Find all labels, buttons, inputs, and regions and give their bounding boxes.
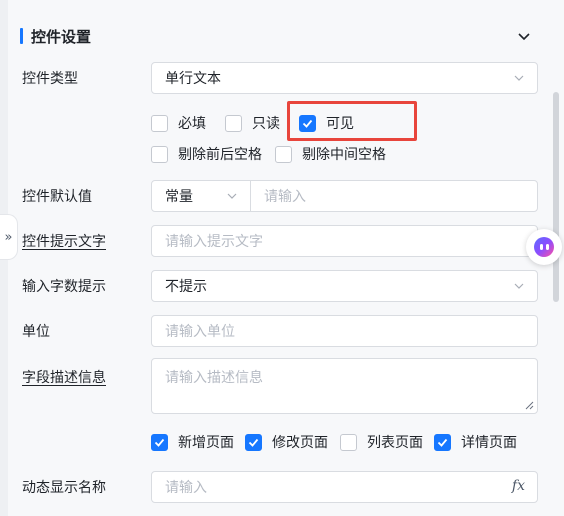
- section-header: 控件设置: [20, 22, 540, 50]
- page-detail-checkbox[interactable]: 详情页面: [434, 432, 517, 452]
- checkbox-box: [275, 145, 292, 163]
- checkbox-label: 修改页面: [272, 435, 328, 451]
- checkbox-box: [151, 114, 168, 132]
- checkbox-label: 只读: [252, 116, 280, 132]
- trim-edge-spaces-checkbox[interactable]: 剔除前后空格: [151, 144, 262, 164]
- page-list-checkbox[interactable]: 列表页面: [340, 432, 423, 452]
- trim-middle-spaces-checkbox[interactable]: 剔除中间空格: [275, 144, 386, 164]
- dynamic-name-label: 动态显示名称: [22, 480, 106, 496]
- control-type-value: 单行文本: [165, 71, 221, 87]
- checkbox-box-checked: [434, 433, 451, 451]
- chevron-down-icon[interactable]: [514, 26, 534, 46]
- char-count-hint-value: 不提示: [165, 279, 207, 295]
- check-icon: [437, 438, 448, 447]
- dynamic-name-placeholder: 请输入: [165, 480, 207, 496]
- chevron-down-icon: [227, 193, 237, 199]
- checkbox-label: 剔除中间空格: [302, 147, 386, 163]
- formula-icon[interactable]: fx: [512, 478, 525, 494]
- section-title: 控件设置: [31, 27, 92, 46]
- scrollbar-thumb[interactable]: [553, 92, 559, 302]
- section-accent-bar: [20, 28, 23, 44]
- expand-sidebar-button[interactable]: »: [0, 214, 18, 260]
- checkbox-box: [151, 145, 168, 163]
- char-count-hint-select[interactable]: 不提示: [151, 270, 538, 302]
- readonly-checkbox[interactable]: 只读: [225, 113, 280, 133]
- checkbox-label: 必填: [178, 116, 206, 132]
- required-checkbox[interactable]: 必填: [151, 113, 206, 133]
- checkbox-box: [225, 114, 242, 132]
- unit-input[interactable]: 请输入单位: [151, 315, 538, 347]
- default-value-input[interactable]: 请输入: [251, 186, 306, 206]
- settings-panel: 控件设置 控件类型 单行文本 必填 只读 可见 剔除前后空格 剔除中间空格 控件…: [0, 0, 564, 516]
- hint-text-label: 控件提示文字: [22, 234, 106, 250]
- unit-label: 单位: [22, 324, 50, 340]
- checkbox-label: 剔除前后空格: [178, 147, 262, 163]
- chevron-down-icon: [514, 75, 524, 81]
- unit-placeholder: 请输入单位: [165, 324, 235, 340]
- hint-text-placeholder: 请输入提示文字: [165, 234, 263, 250]
- control-type-label: 控件类型: [22, 71, 78, 87]
- ai-eye: [545, 244, 549, 250]
- default-value-mode: 常量: [165, 189, 193, 205]
- checkbox-label: 列表页面: [367, 435, 423, 451]
- checkbox-box: [340, 433, 357, 451]
- field-description-placeholder: 请输入描述信息: [165, 370, 263, 386]
- checkbox-label: 新增页面: [178, 435, 234, 451]
- checkbox-box-checked: [245, 433, 262, 451]
- dynamic-name-input[interactable]: 请输入 fx: [151, 471, 538, 503]
- ai-assistant-icon: [534, 237, 554, 257]
- highlight-box: [287, 101, 417, 141]
- control-type-select[interactable]: 单行文本: [151, 62, 538, 94]
- resize-handle-icon[interactable]: [524, 400, 534, 410]
- ai-assistant-button[interactable]: [526, 229, 562, 265]
- char-count-hint-label: 输入字数提示: [22, 279, 106, 295]
- hint-text-input[interactable]: 请输入提示文字: [151, 225, 538, 257]
- page-add-checkbox[interactable]: 新增页面: [151, 432, 234, 452]
- field-description-textarea[interactable]: 请输入描述信息: [151, 358, 538, 414]
- checkbox-box-checked: [151, 433, 168, 451]
- checkbox-label: 详情页面: [461, 435, 517, 451]
- default-value-field: 常量 请输入: [151, 180, 538, 212]
- field-description-label: 字段描述信息: [22, 370, 106, 386]
- default-value-label: 控件默认值: [22, 189, 92, 205]
- double-chevron-right-icon: »: [4, 229, 13, 245]
- ai-eye: [539, 244, 543, 250]
- default-value-mode-select[interactable]: 常量: [152, 181, 251, 211]
- check-icon: [154, 438, 165, 447]
- page-edit-checkbox[interactable]: 修改页面: [245, 432, 328, 452]
- check-icon: [248, 438, 259, 447]
- chevron-down-icon: [514, 283, 524, 289]
